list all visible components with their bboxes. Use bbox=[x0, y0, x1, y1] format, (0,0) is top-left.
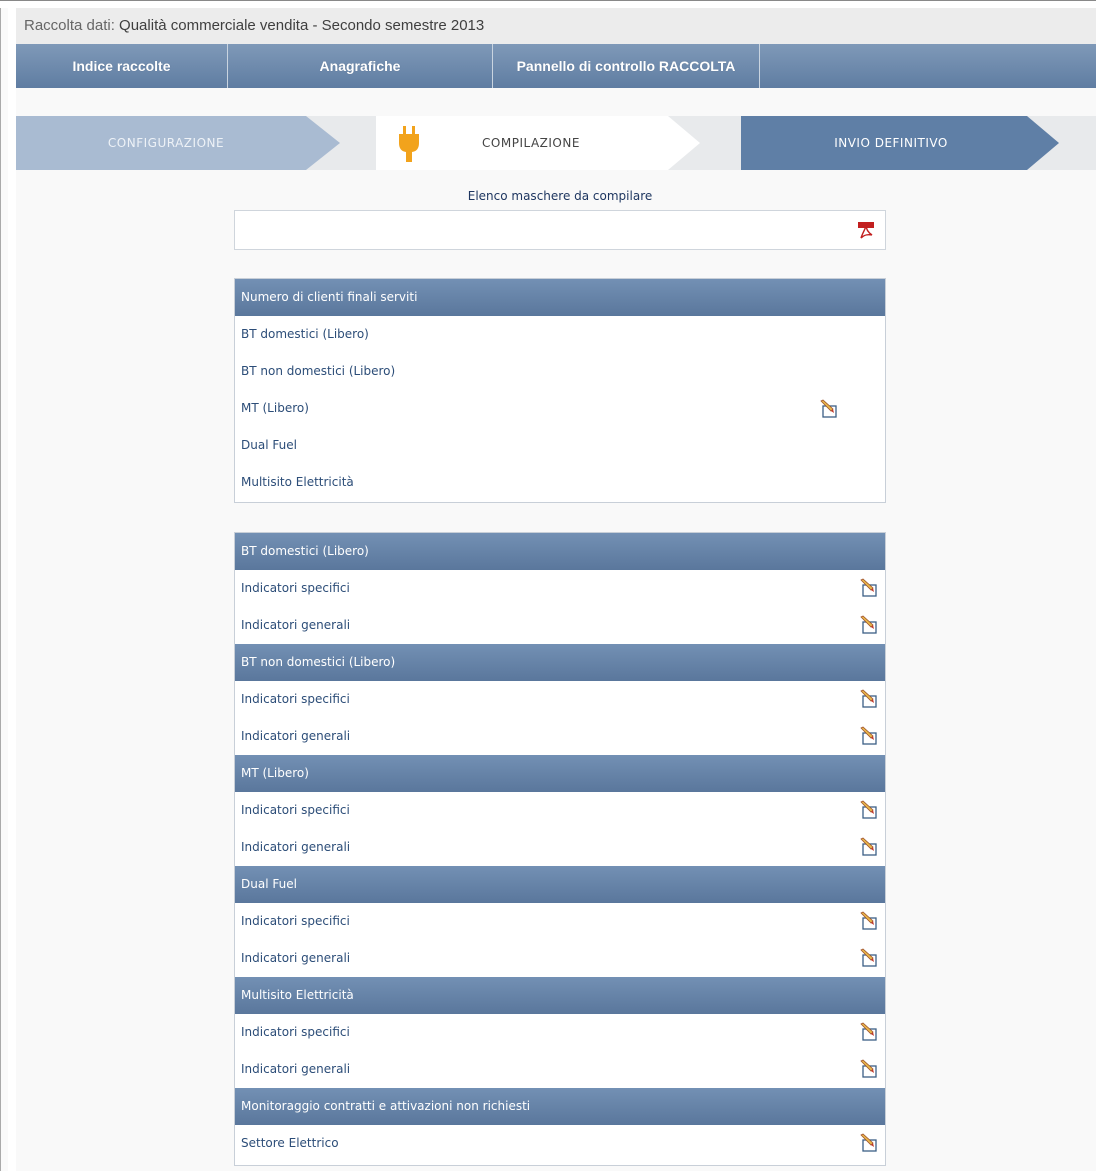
clienti-row-dual-fuel: Dual Fuel bbox=[235, 427, 885, 464]
page-title: Raccolta dati: Qualità commerciale vendi… bbox=[16, 8, 1096, 44]
edit-icon[interactable] bbox=[859, 689, 879, 709]
nav-anagrafiche[interactable]: Anagrafiche bbox=[228, 44, 493, 88]
row-label: BT non domestici (Libero) bbox=[241, 364, 396, 378]
row-label: Multisito Elettricità bbox=[241, 475, 354, 489]
edit-icon[interactable] bbox=[859, 726, 879, 746]
edit-icon[interactable] bbox=[859, 1133, 879, 1153]
row-label[interactable]: Indicatori specifici bbox=[241, 1025, 350, 1039]
pdf-export-box bbox=[234, 210, 886, 250]
plug-icon bbox=[398, 126, 420, 162]
page-title-main: Qualità commerciale vendita - Secondo se… bbox=[119, 17, 485, 34]
edit-icon[interactable] bbox=[859, 615, 879, 635]
nav-indice-raccolte[interactable]: Indice raccolte bbox=[16, 44, 228, 88]
wizard-steps: CONFIGURAZIONE COMPILAZIONE INVIO DEFINI… bbox=[16, 116, 1096, 170]
section-header-multisito: Multisito Elettricità bbox=[235, 977, 885, 1014]
row-label[interactable]: Indicatori specifici bbox=[241, 914, 350, 928]
clienti-table-header: Numero di clienti finali serviti bbox=[235, 279, 885, 316]
row-label[interactable]: Indicatori generali bbox=[241, 1062, 350, 1076]
section-row: Indicatori specifici bbox=[235, 1014, 885, 1051]
section-row: Indicatori generali bbox=[235, 718, 885, 755]
section-row: Indicatori generali bbox=[235, 1051, 885, 1088]
pdf-icon[interactable] bbox=[857, 221, 875, 241]
row-label[interactable]: Indicatori generali bbox=[241, 840, 350, 854]
row-label[interactable]: Indicatori specifici bbox=[241, 692, 350, 706]
window-left-border bbox=[0, 8, 8, 1171]
step-compilazione-label: COMPILAZIONE bbox=[482, 136, 580, 150]
page-content: Raccolta dati: Qualità commerciale vendi… bbox=[16, 8, 1096, 1171]
page-title-prefix: Raccolta dati: bbox=[24, 17, 120, 34]
row-label[interactable]: Indicatori specifici bbox=[241, 803, 350, 817]
row-label[interactable]: Settore Elettrico bbox=[241, 1136, 339, 1150]
section-header-dual-fuel: Dual Fuel bbox=[235, 866, 885, 903]
section-header-bt-domestici: BT domestici (Libero) bbox=[235, 533, 885, 570]
nav-empty bbox=[760, 44, 1096, 88]
section-header-monitoraggio: Monitoraggio contratti e attivazioni non… bbox=[235, 1088, 885, 1125]
step-configurazione-label[interactable]: CONFIGURAZIONE bbox=[16, 116, 316, 170]
edit-icon[interactable] bbox=[859, 948, 879, 968]
row-label: Dual Fuel bbox=[241, 438, 297, 452]
section-header-mt: MT (Libero) bbox=[235, 755, 885, 792]
edit-icon[interactable] bbox=[859, 837, 879, 857]
elenco-title: Elenco maschere da compilare bbox=[467, 189, 653, 203]
section-header-bt-non-domestici: BT non domestici (Libero) bbox=[235, 644, 885, 681]
row-label: BT domestici (Libero) bbox=[241, 327, 369, 341]
section-row: Indicatori generali bbox=[235, 607, 885, 644]
main-navigation: Indice raccolte Anagrafiche Pannello di … bbox=[16, 44, 1096, 88]
step-invio-definitivo-label[interactable]: INVIO DEFINITIVO bbox=[741, 116, 1041, 170]
row-label[interactable]: Indicatori specifici bbox=[241, 581, 350, 595]
clienti-row-bt-non-domestici: BT non domestici (Libero) bbox=[235, 353, 885, 390]
nav-pannello-controllo[interactable]: Pannello di controllo RACCOLTA bbox=[493, 44, 760, 88]
row-label[interactable]: Indicatori generali bbox=[241, 618, 350, 632]
edit-icon[interactable] bbox=[859, 578, 879, 598]
section-row: Indicatori generali bbox=[235, 829, 885, 866]
edit-icon[interactable] bbox=[859, 800, 879, 820]
clienti-row-mt: MT (Libero) bbox=[235, 390, 885, 427]
edit-icon[interactable] bbox=[859, 1022, 879, 1042]
clienti-table: Numero di clienti finali serviti BT dome… bbox=[234, 278, 886, 503]
clienti-row-multisito: Multisito Elettricità bbox=[235, 464, 885, 501]
row-label[interactable]: Indicatori generali bbox=[241, 951, 350, 965]
row-label: MT (Libero) bbox=[241, 401, 309, 415]
edit-icon[interactable] bbox=[819, 399, 839, 419]
clienti-row-bt-domestici: BT domestici (Libero) bbox=[235, 316, 885, 353]
section-row: Indicatori specifici bbox=[235, 903, 885, 940]
edit-icon[interactable] bbox=[859, 911, 879, 931]
sections-table: BT domestici (Libero) Indicatori specifi… bbox=[234, 532, 886, 1166]
section-row: Indicatori specifici bbox=[235, 681, 885, 718]
row-label[interactable]: Indicatori generali bbox=[241, 729, 350, 743]
section-row: Settore Elettrico bbox=[235, 1125, 885, 1162]
edit-icon[interactable] bbox=[859, 1059, 879, 1079]
section-row: Indicatori specifici bbox=[235, 792, 885, 829]
section-row: Indicatori specifici bbox=[235, 570, 885, 607]
section-row: Indicatori generali bbox=[235, 940, 885, 977]
window-top-border bbox=[0, 0, 1096, 8]
